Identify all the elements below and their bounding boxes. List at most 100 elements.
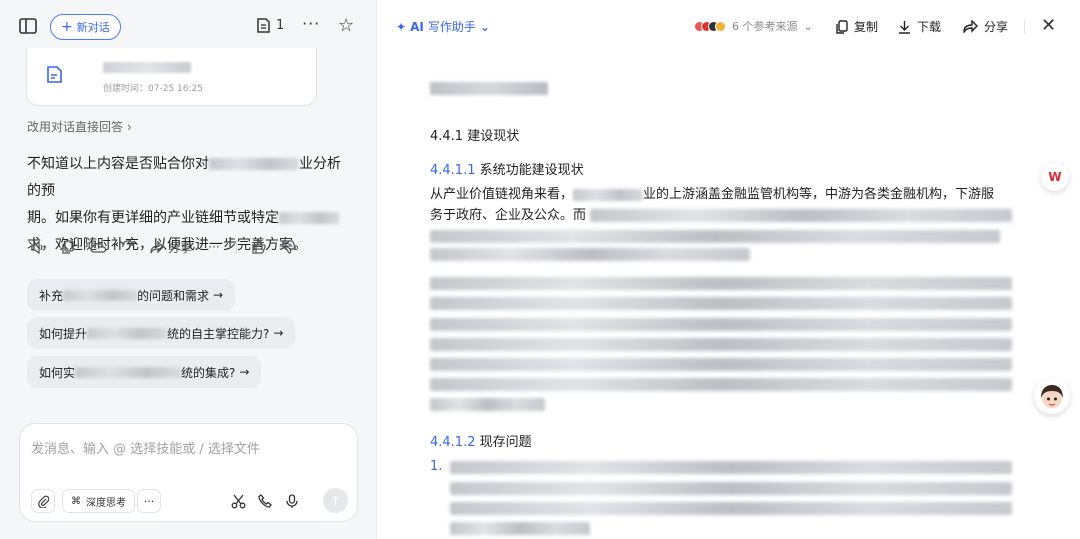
- download-button[interactable]: 下载: [898, 18, 941, 35]
- subsection-number: 4.4.1.2: [430, 435, 476, 450]
- suggestion-text: 如何实: [39, 365, 76, 380]
- suggestion-chip[interactable]: 如何提升 统的自主掌控能力? →: [27, 317, 296, 349]
- thumbs-up-icon[interactable]: [251, 239, 267, 255]
- deep-think-icon: ⌘: [71, 495, 81, 507]
- suggestion-text: 补充: [39, 288, 64, 303]
- redacted-text: [573, 188, 644, 201]
- attach-icon[interactable]: [31, 489, 55, 513]
- redacted-line: [430, 248, 750, 261]
- share-button[interactable]: 分享: [150, 239, 192, 255]
- send-button[interactable]: ↑: [323, 488, 348, 513]
- redacted-line: [430, 318, 1012, 331]
- document-created-time: 创建时间：07-25 16:25: [103, 84, 203, 94]
- redacted-line: [450, 461, 1012, 474]
- divider: [236, 240, 238, 254]
- redacted-line: [430, 277, 1012, 290]
- suggestion-text: 统的自主掌控能力?: [167, 326, 270, 341]
- redacted-line: [450, 482, 1012, 495]
- subsection-heading: 4.4.1.2 现存问题: [430, 431, 532, 450]
- copy-icon: [836, 19, 848, 34]
- alt-answer-link[interactable]: 改用对话直接回答 ›: [27, 118, 132, 135]
- redacted-line: [590, 209, 1012, 222]
- more-icon[interactable]: ···: [302, 14, 320, 33]
- document-heading-redacted: [430, 82, 548, 95]
- wps-badge: W: [1048, 170, 1062, 184]
- redacted-line: [450, 522, 590, 535]
- redacted-line: [430, 297, 1012, 310]
- ai-writing-assistant-button[interactable]: ✦ AI 写作助手 ⌄: [396, 18, 490, 35]
- copy-button[interactable]: 复制: [836, 18, 878, 35]
- redacted-line: [430, 230, 1000, 243]
- deep-think-label: 深度思考: [86, 497, 126, 509]
- sidebar-toggle-icon[interactable]: [18, 16, 38, 36]
- arrow-up-icon: ↑: [330, 493, 341, 508]
- arrow-right-icon: →: [273, 326, 284, 340]
- subsection-heading: 4.4.1.1 系统功能建设现状: [430, 159, 584, 178]
- close-icon[interactable]: ✕: [1041, 15, 1056, 36]
- copy-icon[interactable]: [60, 239, 76, 255]
- phone-icon[interactable]: [255, 491, 275, 511]
- download-label: 下载: [917, 20, 942, 34]
- assistant-avatar[interactable]: [1034, 378, 1070, 414]
- redacted-line: [430, 358, 1012, 371]
- ai-label: AI: [410, 19, 424, 34]
- document-card[interactable]: 创建时间：07-25 16:25: [26, 48, 317, 106]
- regenerate-icon[interactable]: [120, 239, 136, 255]
- document-icon: [257, 18, 270, 33]
- chevron-down-icon: ⌄: [803, 19, 813, 33]
- chevron-down-icon: ⌄: [479, 19, 490, 34]
- subsection-title: 系统功能建设现状: [479, 163, 584, 178]
- chat-topbar: + 新对话 1 ··· ☆: [0, 0, 377, 52]
- paragraph-text: 业的上游涵盖金融监管机构等，中游为各类金融机构，下游服: [643, 187, 995, 202]
- section-heading: 4.4.1 建设现状: [430, 129, 520, 144]
- more-icon[interactable]: ···: [206, 239, 222, 255]
- suggestion-chip[interactable]: 补充 的问题和需求 →: [27, 279, 236, 311]
- references-button[interactable]: 6 个参考来源 ⌄: [694, 18, 813, 34]
- redacted-line: [430, 378, 1012, 391]
- suggestion-chip[interactable]: 如何实 统的集成? →: [27, 356, 262, 388]
- message-actions: 分享 ···: [30, 239, 297, 255]
- subsection-title: 现存问题: [479, 435, 532, 450]
- paragraph-text: 从产业价值链视角来看，: [430, 187, 574, 202]
- new-chat-button[interactable]: + 新对话: [50, 14, 121, 40]
- redacted-line: [430, 398, 545, 411]
- star-icon[interactable]: ☆: [338, 15, 354, 36]
- suggestion-text: 统的集成?: [181, 365, 236, 380]
- paragraph-text: 务于政府、企业及公众。而: [430, 208, 587, 223]
- share-label: 分享: [168, 240, 193, 255]
- share-button[interactable]: 分享: [963, 18, 1008, 35]
- redacted-text: [209, 158, 299, 170]
- document-count: 1: [276, 18, 285, 33]
- thumbs-down-icon[interactable]: [281, 239, 297, 255]
- document-edit-icon: [47, 66, 63, 84]
- suggestion-text: 的问题和需求: [137, 288, 210, 303]
- redacted-text: [87, 327, 168, 339]
- chat-panel: + 新对话 1 ··· ☆ 创建时间：07-25 16:25 改用对话直接回答 …: [0, 0, 377, 539]
- document-panel: ✦ AI 写作助手 ⌄ 6 个参考来源 ⌄ 复制 下载 分享 ✕ 4.4.1 建…: [378, 0, 1080, 539]
- answer-text: 期。如果你有更详细的产业链细节或特定: [27, 210, 279, 226]
- document-count-button[interactable]: 1: [257, 18, 284, 33]
- list-number: 1.: [430, 459, 443, 474]
- share-icon: [150, 240, 164, 254]
- deep-think-button[interactable]: ⌘ 深度思考: [62, 489, 135, 513]
- message-input-box[interactable]: 发消息、输入 @ 选择技能或 / 选择文件 ⌘ 深度思考 ··· ↑: [19, 423, 358, 522]
- microphone-icon[interactable]: [282, 491, 302, 511]
- more-icon[interactable]: ···: [137, 489, 161, 513]
- plus-icon: +: [61, 19, 73, 35]
- message-input-placeholder[interactable]: 发消息、输入 @ 选择技能或 / 选择文件: [31, 438, 260, 457]
- new-chat-label: 新对话: [76, 21, 110, 34]
- share-label: 分享: [984, 20, 1009, 34]
- redacted-line: [430, 338, 1012, 351]
- arrow-right-icon: →: [213, 288, 224, 302]
- subsection-number: 4.4.1.1: [430, 163, 476, 178]
- references-label: 6 个参考来源: [732, 20, 798, 33]
- wps-icon[interactable]: W: [1041, 163, 1069, 191]
- cloud-save-icon[interactable]: [90, 239, 106, 255]
- divider: [1024, 20, 1025, 34]
- redacted-line: [450, 502, 1012, 515]
- chevron-right-icon: ›: [127, 119, 132, 134]
- speaker-icon[interactable]: [30, 239, 46, 255]
- download-icon: [899, 20, 910, 34]
- ai-sub-label: 写作助手: [427, 20, 476, 34]
- scissors-icon[interactable]: [228, 491, 248, 511]
